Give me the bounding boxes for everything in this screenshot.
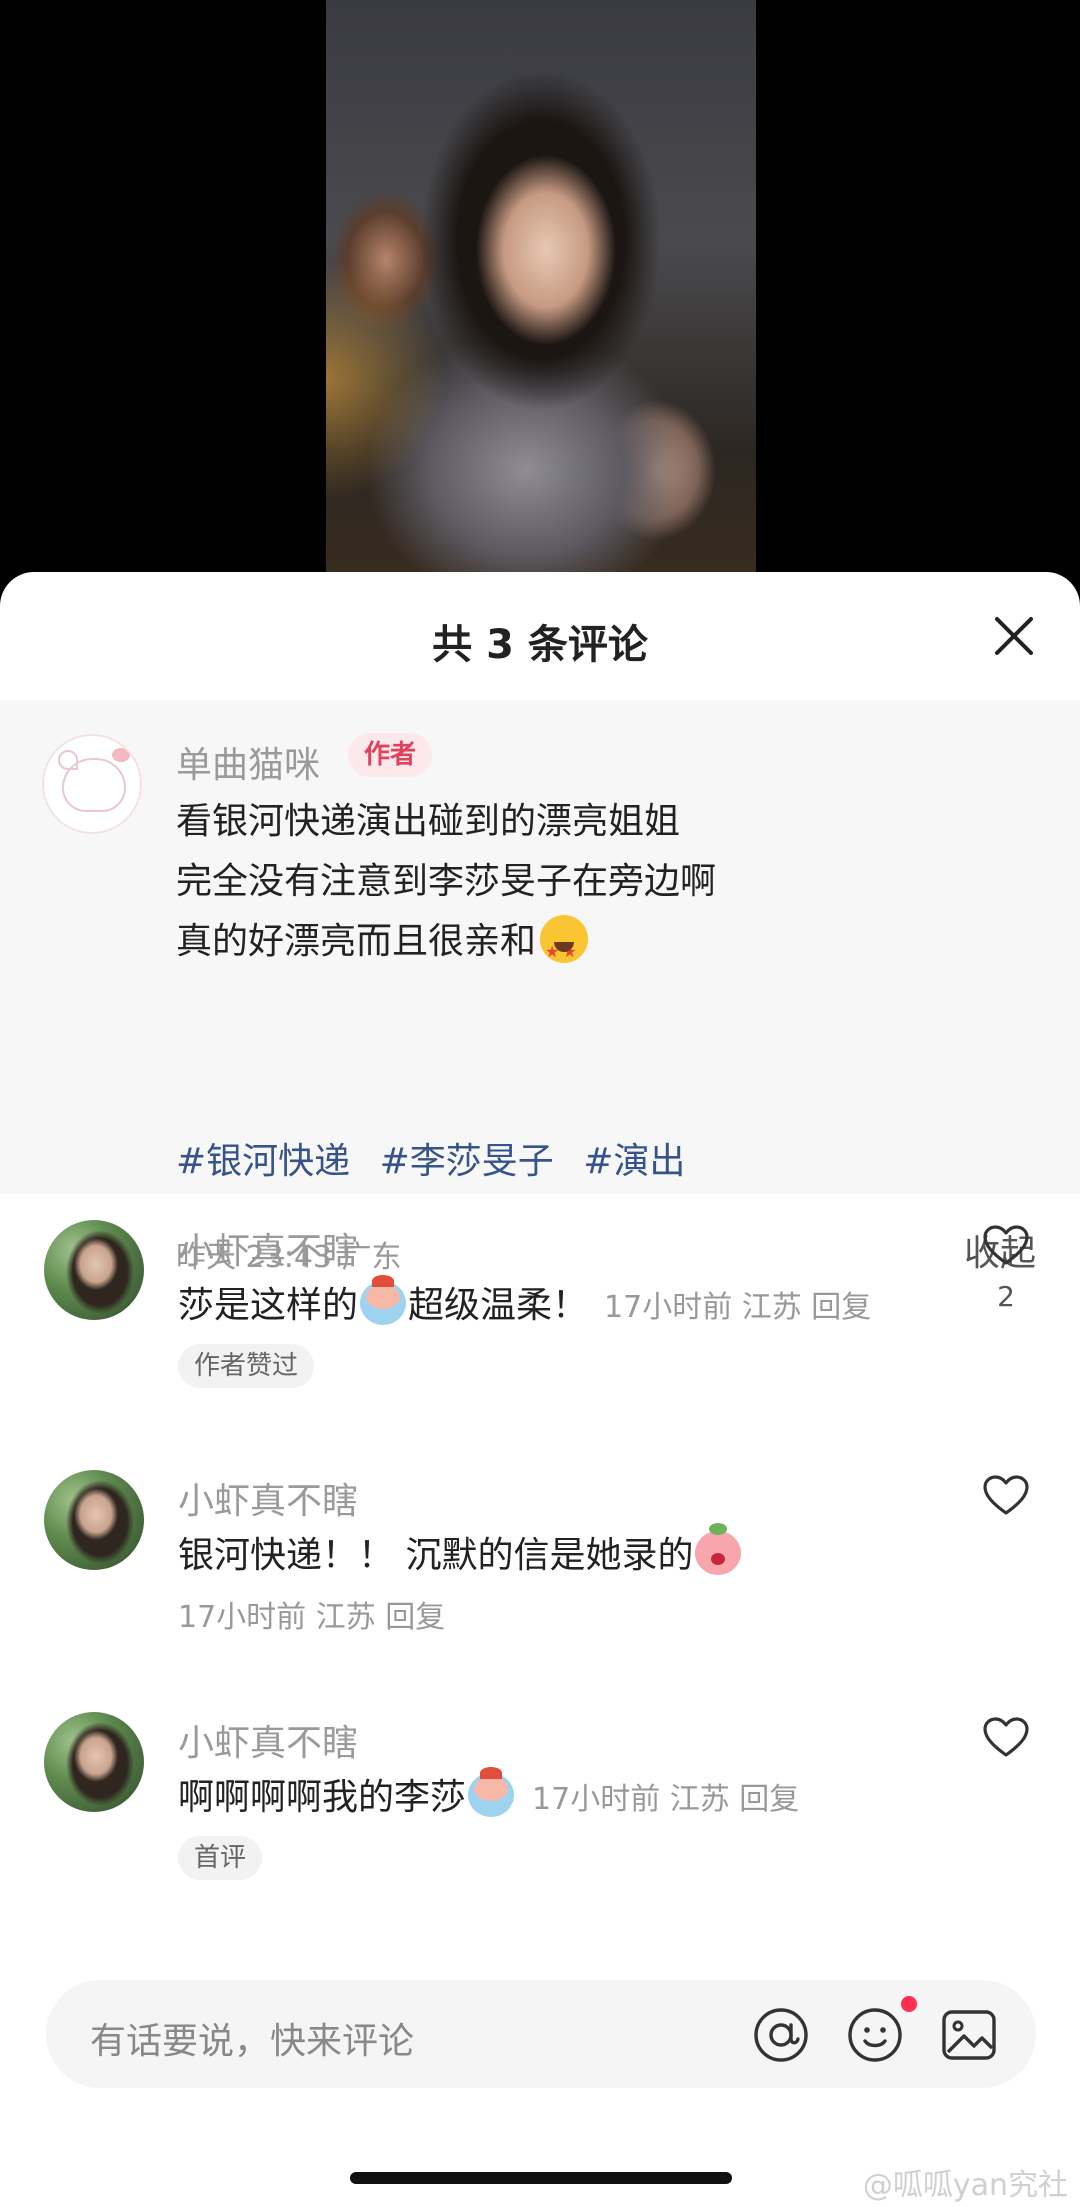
post-line: 真的好漂亮而且很亲和: [176, 921, 537, 962]
comment-text-part: 银河快递！！ 沉默的信是她录的: [178, 1535, 694, 1576]
star-struck-emoji-icon: [540, 915, 589, 982]
notification-dot: [901, 1996, 917, 2012]
comment-text-part: 啊啊啊啊我的李莎: [178, 1777, 467, 1818]
comment-meta[interactable]: 17小时前 江苏 回复: [178, 1592, 445, 1636]
post-line-with-emoji: 真的好漂亮而且很亲和: [176, 912, 716, 982]
at-mention-icon[interactable]: [752, 2006, 810, 2064]
stage-light: [326, 260, 446, 500]
comment-meta[interactable]: 17小时前 江苏 回复: [532, 1782, 799, 1817]
close-icon[interactable]: [990, 612, 1038, 660]
hashtag-link[interactable]: #银河快递: [176, 1141, 350, 1182]
emoji-icon[interactable]: [846, 2006, 904, 2064]
comment-meta[interactable]: 17小时前 江苏 回复: [604, 1290, 871, 1325]
comment-text-part: 莎是这样的: [178, 1285, 359, 1326]
hashtag-link[interactable]: #李莎旻子: [380, 1141, 554, 1182]
avatar[interactable]: [44, 1220, 144, 1320]
shocked-peach-emoji-icon: [695, 1523, 742, 1575]
comment-count-title: 共 3 条评论: [432, 622, 648, 668]
video-frame: [326, 0, 756, 600]
home-indicator[interactable]: [350, 2172, 732, 2184]
crying-emoji-icon: [468, 1767, 515, 1817]
heart-icon[interactable]: [982, 1716, 1030, 1758]
author-name[interactable]: 单曲猫咪: [176, 736, 320, 788]
like-count: 2: [997, 1280, 1015, 1313]
comment-text[interactable]: 莎是这样的 超级温柔！ 17小时前 江苏 回复: [178, 1275, 871, 1328]
author-badge: 作者: [348, 733, 433, 777]
author-post: 单曲猫咪 作者 看银河快递演出碰到的漂亮姐姐 完全没有注意到李莎旻子在旁边啊 真…: [0, 700, 1080, 1275]
comment-text[interactable]: 银河快递！！ 沉默的信是她录的: [178, 1523, 743, 1578]
commenter-name[interactable]: 小虾真不瞎: [178, 1222, 358, 1274]
comment-input-bar[interactable]: 有话要说，快来评论: [46, 1980, 1036, 2088]
comment-input-placeholder[interactable]: 有话要说，快来评论: [90, 2012, 414, 2064]
watermark: @呱呱yan究社: [862, 2168, 1068, 2203]
hashtag-link[interactable]: #演出: [583, 1141, 685, 1182]
post-body: 看银河快递演出碰到的漂亮姐姐 完全没有注意到李莎旻子在旁边啊 真的好漂亮而且很亲…: [176, 792, 717, 982]
author-liked-tag: 作者赞过: [178, 1344, 315, 1388]
comment-sheet: 共 3 条评论 单曲猫咪 作者 看银河快递演出碰到的漂亮姐姐 完全没有注意到李莎…: [0, 572, 1080, 2207]
image-icon[interactable]: [940, 2006, 998, 2064]
commenter-name[interactable]: 小虾真不瞎: [178, 1472, 358, 1524]
avatar[interactable]: [44, 1712, 144, 1812]
avatar[interactable]: [44, 1470, 144, 1570]
post-line: 看银河快递演出碰到的漂亮姐姐: [176, 801, 681, 842]
commenter-name[interactable]: 小虾真不瞎: [178, 1714, 358, 1766]
comment-text[interactable]: 啊啊啊啊我的李莎 17小时前 江苏 回复: [178, 1767, 799, 1820]
hashtag-list: #银河快递 #李莎旻子 #演出: [176, 1132, 703, 1184]
hello-kitty-icon: [58, 748, 130, 812]
heart-icon[interactable]: [982, 1224, 1030, 1266]
comment-text-part: 超级温柔！: [408, 1285, 589, 1326]
author-avatar[interactable]: [42, 734, 142, 834]
video-player[interactable]: [0, 0, 1080, 600]
crying-emoji-icon: [360, 1275, 407, 1325]
post-line: 完全没有注意到李莎旻子在旁边啊: [176, 861, 717, 902]
sheet-header: 共 3 条评论: [0, 572, 1080, 700]
heart-icon[interactable]: [982, 1474, 1030, 1516]
first-comment-tag: 首评: [178, 1836, 263, 1880]
